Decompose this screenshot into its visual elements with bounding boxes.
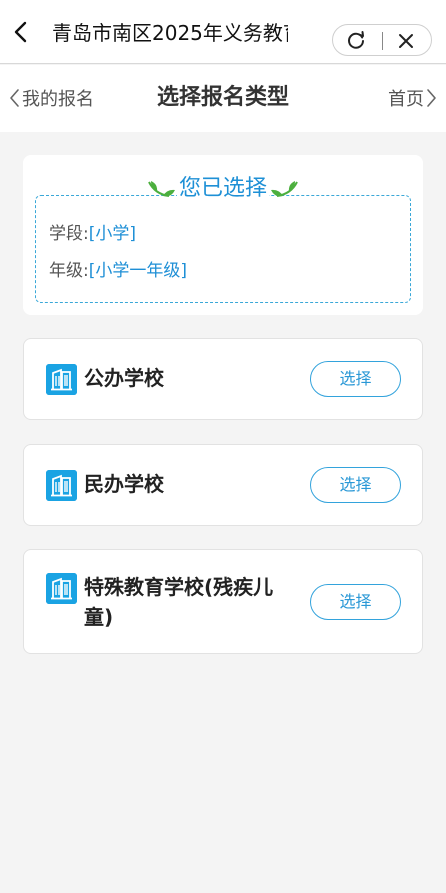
close-icon[interactable] <box>395 30 417 52</box>
selection-card: 您已选择 学段:[小学] 年级:[小学一年级] <box>23 155 423 315</box>
building-icon <box>46 364 77 395</box>
option-label: 公办学校 <box>84 366 164 390</box>
selection-box <box>35 195 411 303</box>
capsule-divider <box>382 32 383 50</box>
leaf-left-icon <box>148 181 175 197</box>
home-link[interactable]: 首页 <box>388 85 438 111</box>
option-label-line2: 童) <box>84 605 114 629</box>
select-special-button[interactable]: 选择 <box>310 584 401 620</box>
option-label: 民办学校 <box>84 472 164 496</box>
option-card-public: 公办学校 选择 <box>23 338 423 420</box>
stage-label: 学段: <box>49 224 89 244</box>
building-icon <box>46 573 77 604</box>
refresh-icon[interactable] <box>345 30 367 52</box>
sub-nav: 我的报名 选择报名类型 首页 <box>0 65 446 132</box>
grade-label: 年级: <box>49 261 89 281</box>
back-chevron-icon[interactable] <box>10 20 34 44</box>
stage-row: 学段:[小学] <box>49 219 136 244</box>
selection-heading: 您已选择 <box>23 173 423 205</box>
building-icon <box>46 470 77 501</box>
window-capsule <box>332 24 432 56</box>
my-registration-link[interactable]: 我的报名 <box>8 85 94 111</box>
option-card-special: 特殊教育学校(残疾儿 童) 选择 <box>23 549 423 654</box>
option-card-private: 民办学校 选择 <box>23 444 423 526</box>
grade-row: 年级:[小学一年级] <box>49 256 187 281</box>
option-label-line1: 特殊教育学校(残疾儿 <box>84 575 274 599</box>
chevron-right-icon <box>427 89 436 107</box>
selection-heading-text: 您已选择 <box>176 174 269 204</box>
leaf-right-icon <box>271 181 298 197</box>
select-public-button[interactable]: 选择 <box>310 361 401 397</box>
window-title: 青岛市南区2025年义务教育 <box>52 21 288 45</box>
home-label: 首页 <box>388 89 424 110</box>
select-private-button[interactable]: 选择 <box>310 467 401 503</box>
stage-value: [小学] <box>88 224 136 244</box>
grade-value: [小学一年级] <box>88 261 187 281</box>
top-bar: 青岛市南区2025年义务教育 <box>0 0 446 64</box>
my-registration-label: 我的报名 <box>22 89 94 110</box>
chevron-left-icon <box>10 89 19 107</box>
